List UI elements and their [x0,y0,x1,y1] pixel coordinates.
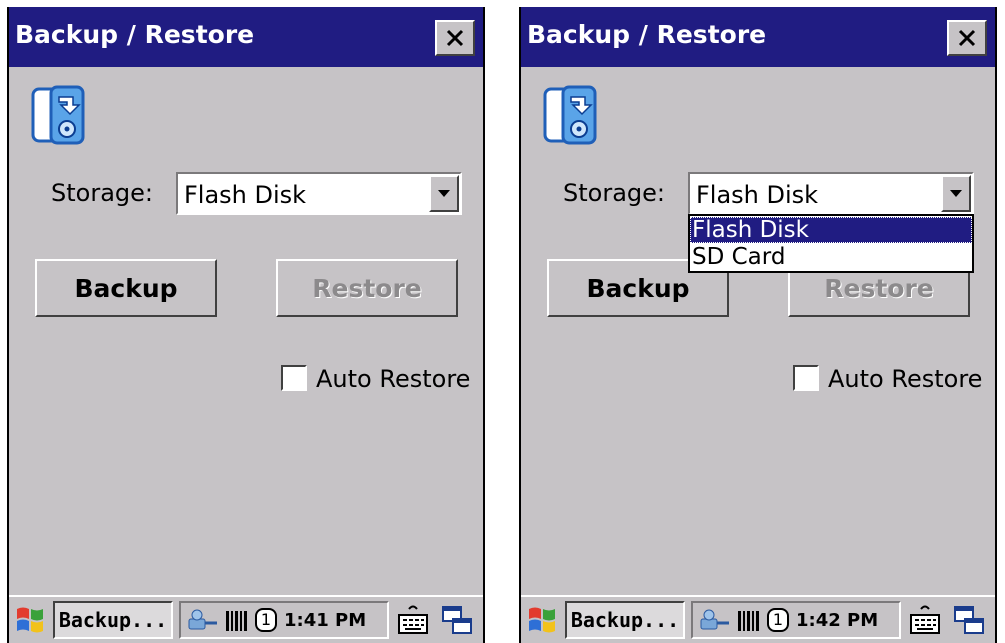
windows-start-icon[interactable] [525,603,559,637]
desktop-icon[interactable] [951,603,987,637]
storage-select-value: Flash Disk [184,181,307,209]
windows-start-icon[interactable] [13,603,47,637]
dropdown-option-flash-disk[interactable]: Flash Disk [690,217,972,243]
clock[interactable]: 1:41 PM [284,610,366,631]
backup-restore-icon [543,85,597,145]
system-tray: 1 1:42 PM [691,601,901,639]
barcode-icon[interactable] [225,610,249,632]
network-icon[interactable] [187,607,221,635]
storage-select[interactable]: Flash Disk [176,172,462,215]
backup-button[interactable]: Backup [35,259,217,317]
auto-restore-checkbox[interactable] [281,365,307,391]
dropdown-button[interactable] [429,175,459,212]
title-bar: Backup / Restore [521,7,995,67]
auto-restore-label: Auto Restore [828,365,983,393]
storage-label: Storage: [563,179,665,207]
storage-dropdown-list: Flash Disk SD Card [688,214,974,273]
window-title: Backup / Restore [15,20,255,49]
chevron-down-icon [950,189,962,197]
taskbar-backup-button[interactable]: Backup... [565,601,685,639]
desktop-icon[interactable] [439,603,475,637]
backup-restore-icon [31,85,85,145]
close-icon [446,29,464,47]
auto-restore-label: Auto Restore [316,365,471,393]
title-bar: Backup / Restore [9,7,483,67]
network-icon[interactable] [699,607,733,635]
auto-restore-checkbox[interactable] [793,365,819,391]
restore-button[interactable]: Restore [276,259,458,317]
chevron-down-icon [438,189,450,197]
keyboard-icon[interactable] [907,603,943,637]
taskbar: Backup... 1 1:41 PM [9,595,483,643]
close-button[interactable] [435,20,475,56]
input-mode-indicator[interactable]: 1 [255,608,277,632]
dropdown-button[interactable] [941,175,971,212]
storage-label: Storage: [51,179,153,207]
device-screen-right: Backup / Restore Storage: Flash Disk Bac… [519,7,997,643]
close-button[interactable] [947,20,987,56]
keyboard-icon[interactable] [395,603,431,637]
taskbar: Backup... 1 1:42 PM [521,595,995,643]
barcode-icon[interactable] [737,610,761,632]
window-title: Backup / Restore [527,20,767,49]
device-screen-left: Backup / Restore Storage: Flash Disk Bac… [7,7,485,643]
close-icon [958,29,976,47]
input-mode-indicator[interactable]: 1 [767,608,789,632]
system-tray: 1 1:41 PM [179,601,389,639]
taskbar-backup-button[interactable]: Backup... [53,601,173,639]
dropdown-option-sd-card[interactable]: SD Card [690,244,972,270]
storage-select-value: Flash Disk [696,181,819,209]
storage-select[interactable]: Flash Disk [688,172,974,215]
clock[interactable]: 1:42 PM [796,610,878,631]
